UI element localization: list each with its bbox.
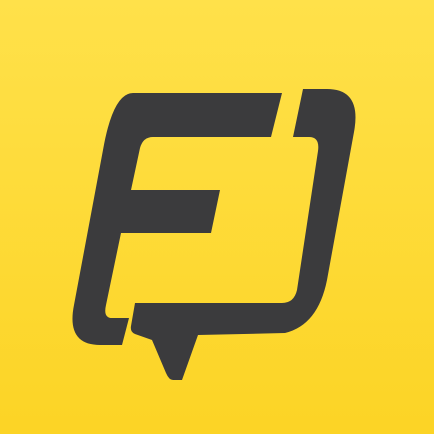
app-icon-svg xyxy=(0,0,434,434)
app-icon xyxy=(0,0,434,434)
icon-background xyxy=(0,0,434,434)
